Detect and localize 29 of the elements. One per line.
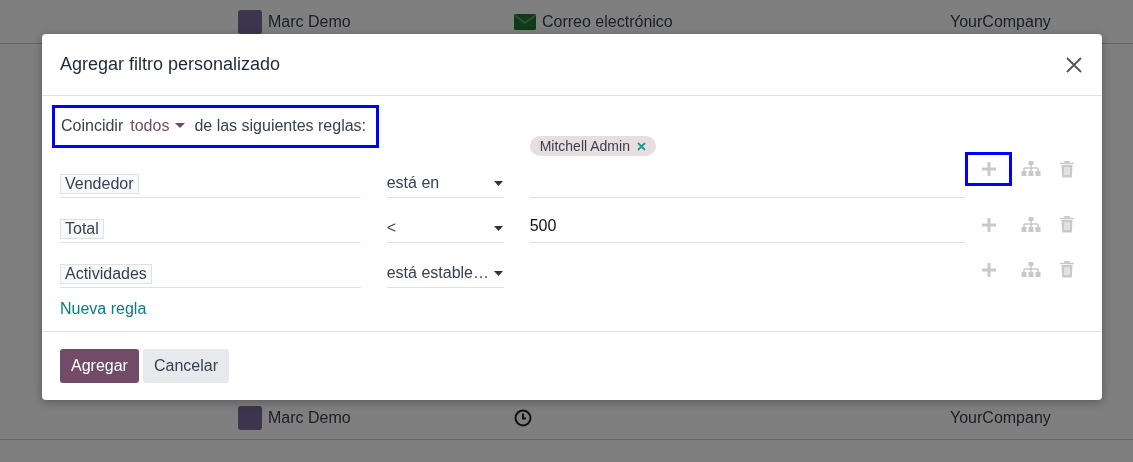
add-button[interactable]: Agregar <box>60 349 139 383</box>
match-prefix: Coincidir <box>61 117 124 135</box>
remove-icon[interactable] <box>636 141 646 151</box>
activity-label: Correo electrónico <box>542 12 673 31</box>
salesperson-name: Marc Demo <box>268 12 351 31</box>
value-field[interactable]: 500 <box>529 217 965 243</box>
match-selector[interactable]: todos <box>128 117 190 135</box>
company-name: YourCompany <box>950 12 1051 30</box>
operator-select[interactable]: está en <box>386 174 504 198</box>
cancel-button[interactable]: Cancelar <box>142 349 229 383</box>
company-name: YourCompany <box>950 408 1051 426</box>
value-tag[interactable]: Mitchell Admin <box>529 136 656 156</box>
avatar-placeholder <box>238 405 262 430</box>
avatar-placeholder <box>238 9 262 34</box>
field-selector[interactable]: Actividades <box>60 264 152 284</box>
caret-icon <box>175 123 186 129</box>
caret-icon <box>493 225 503 231</box>
envelope-icon <box>514 13 536 30</box>
field-selector[interactable]: Total <box>60 219 104 239</box>
new-rule-link[interactable]: Nueva regla <box>60 300 147 318</box>
clock-icon <box>514 408 532 427</box>
field-selector[interactable]: Vendedor <box>60 174 139 194</box>
match-suffix: de las siguientes reglas: <box>194 117 367 135</box>
operator-select[interactable]: está estable… <box>386 264 504 288</box>
dialog-title: Agregar filtro personalizado <box>60 54 281 75</box>
caret-icon <box>493 180 503 186</box>
salesperson-name: Marc Demo <box>268 408 351 427</box>
caret-icon <box>493 270 503 276</box>
operator-select[interactable]: < <box>386 219 504 243</box>
